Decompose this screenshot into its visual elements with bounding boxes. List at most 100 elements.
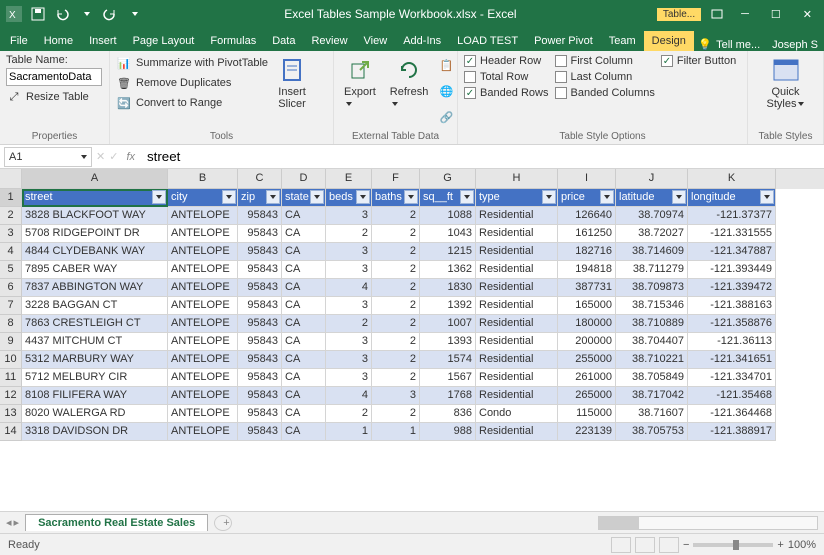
column-header[interactable]: E — [326, 169, 372, 189]
row-header[interactable]: 1 — [0, 189, 22, 207]
table-cell[interactable]: 8108 FILIFERA WAY — [22, 387, 168, 405]
table-cell[interactable]: 38.705753 — [616, 423, 688, 441]
table-cell[interactable]: 3 — [326, 297, 372, 315]
table-cell[interactable]: 95843 — [238, 369, 282, 387]
tab-home[interactable]: Home — [36, 31, 81, 51]
table-cell[interactable]: 95843 — [238, 423, 282, 441]
unlink-icon[interactable]: 🔗 — [438, 109, 454, 125]
export-button[interactable]: Export — [340, 54, 380, 129]
table-cell[interactable]: ANTELOPE — [168, 387, 238, 405]
table-cell[interactable]: ANTELOPE — [168, 423, 238, 441]
table-cell[interactable]: ANTELOPE — [168, 351, 238, 369]
close-button[interactable]: ✕ — [795, 6, 820, 23]
table-header-cell[interactable]: zip — [238, 189, 282, 207]
table-cell[interactable]: 1567 — [420, 369, 476, 387]
table-cell[interactable]: 95843 — [238, 351, 282, 369]
table-cell[interactable]: 4 — [326, 279, 372, 297]
table-cell[interactable]: 95843 — [238, 297, 282, 315]
normal-view-button[interactable] — [611, 537, 631, 553]
tell-me-search[interactable]: Tell me... — [716, 39, 760, 51]
table-cell[interactable]: CA — [282, 315, 326, 333]
table-cell[interactable]: 182716 — [558, 243, 616, 261]
table-cell[interactable]: 7895 CABER WAY — [22, 261, 168, 279]
add-sheet-button[interactable]: + — [214, 515, 232, 531]
table-cell[interactable]: CA — [282, 405, 326, 423]
name-box[interactable]: A1 — [4, 147, 92, 167]
column-header[interactable]: D — [282, 169, 326, 189]
table-cell[interactable]: 38.72027 — [616, 225, 688, 243]
table-cell[interactable]: 1 — [372, 423, 420, 441]
table-cell[interactable]: 1768 — [420, 387, 476, 405]
table-cell[interactable]: 2 — [372, 369, 420, 387]
open-browser-icon[interactable]: 🌐 — [438, 83, 454, 99]
table-cell[interactable]: 1215 — [420, 243, 476, 261]
tab-load-test[interactable]: LOAD TEST — [449, 31, 526, 51]
filter-dropdown-icon[interactable] — [460, 190, 474, 204]
table-cell[interactable]: 1 — [326, 423, 372, 441]
banded-rows-checkbox[interactable]: Banded Rows — [464, 86, 549, 100]
table-cell[interactable]: 3 — [326, 243, 372, 261]
table-cell[interactable]: Residential — [476, 207, 558, 225]
table-cell[interactable]: CA — [282, 297, 326, 315]
formula-input[interactable] — [143, 147, 820, 167]
remove-duplicates-button[interactable]: 🗑Remove Duplicates — [116, 74, 268, 92]
column-header[interactable]: I — [558, 169, 616, 189]
zoom-level[interactable]: 100% — [788, 539, 816, 551]
save-icon[interactable] — [28, 4, 48, 24]
table-cell[interactable]: Condo — [476, 405, 558, 423]
row-header[interactable]: 4 — [0, 243, 22, 261]
row-header[interactable]: 5 — [0, 261, 22, 279]
column-header[interactable]: H — [476, 169, 558, 189]
table-cell[interactable]: 2 — [372, 351, 420, 369]
table-header-cell[interactable]: type — [476, 189, 558, 207]
column-header[interactable]: F — [372, 169, 420, 189]
tab-addins[interactable]: Add-Ins — [395, 31, 449, 51]
table-cell[interactable]: ANTELOPE — [168, 225, 238, 243]
table-cell[interactable]: 3228 BAGGAN CT — [22, 297, 168, 315]
table-cell[interactable]: 2 — [372, 243, 420, 261]
tab-power-pivot[interactable]: Power Pivot — [526, 31, 601, 51]
table-cell[interactable]: 38.714609 — [616, 243, 688, 261]
table-cell[interactable]: 4 — [326, 387, 372, 405]
table-cell[interactable]: ANTELOPE — [168, 333, 238, 351]
table-cell[interactable]: 38.70974 — [616, 207, 688, 225]
row-header[interactable]: 14 — [0, 423, 22, 441]
table-cell[interactable]: 3 — [326, 351, 372, 369]
tab-page-layout[interactable]: Page Layout — [125, 31, 203, 51]
tab-review[interactable]: Review — [303, 31, 355, 51]
row-header[interactable]: 3 — [0, 225, 22, 243]
table-header-cell[interactable]: city — [168, 189, 238, 207]
table-cell[interactable]: -121.388163 — [688, 297, 776, 315]
table-cell[interactable]: 200000 — [558, 333, 616, 351]
table-cell[interactable]: 3 — [326, 207, 372, 225]
quick-styles-button[interactable]: Quick Styles — [763, 54, 809, 129]
account-name[interactable]: Joseph S — [772, 39, 818, 51]
table-cell[interactable]: 38.705849 — [616, 369, 688, 387]
table-cell[interactable]: 95843 — [238, 243, 282, 261]
table-cell[interactable]: 180000 — [558, 315, 616, 333]
table-cell[interactable]: 38.709873 — [616, 279, 688, 297]
table-cell[interactable]: -121.364468 — [688, 405, 776, 423]
table-cell[interactable]: ANTELOPE — [168, 405, 238, 423]
column-header[interactable]: J — [616, 169, 688, 189]
table-cell[interactable]: CA — [282, 279, 326, 297]
table-cell[interactable]: Residential — [476, 297, 558, 315]
tab-design[interactable]: Design — [644, 31, 694, 51]
filter-dropdown-icon[interactable] — [600, 190, 614, 204]
table-cell[interactable]: CA — [282, 261, 326, 279]
table-cell[interactable]: 95843 — [238, 207, 282, 225]
insert-slicer-button[interactable]: Insert Slicer — [274, 54, 310, 129]
table-cell[interactable]: 5712 MELBURY CIR — [22, 369, 168, 387]
tab-data[interactable]: Data — [264, 31, 303, 51]
table-cell[interactable]: 1830 — [420, 279, 476, 297]
spreadsheet-grid[interactable]: ABCDEFGHIJK 1streetcityzipstatebedsbaths… — [0, 169, 824, 511]
table-cell[interactable]: 1574 — [420, 351, 476, 369]
table-cell[interactable]: 7837 ABBINGTON WAY — [22, 279, 168, 297]
table-cell[interactable]: 1088 — [420, 207, 476, 225]
table-cell[interactable]: Residential — [476, 333, 558, 351]
row-header[interactable]: 12 — [0, 387, 22, 405]
zoom-out-button[interactable]: − — [683, 539, 689, 551]
fx-icon[interactable]: fx — [122, 151, 139, 163]
table-cell[interactable]: 165000 — [558, 297, 616, 315]
tab-insert[interactable]: Insert — [81, 31, 125, 51]
